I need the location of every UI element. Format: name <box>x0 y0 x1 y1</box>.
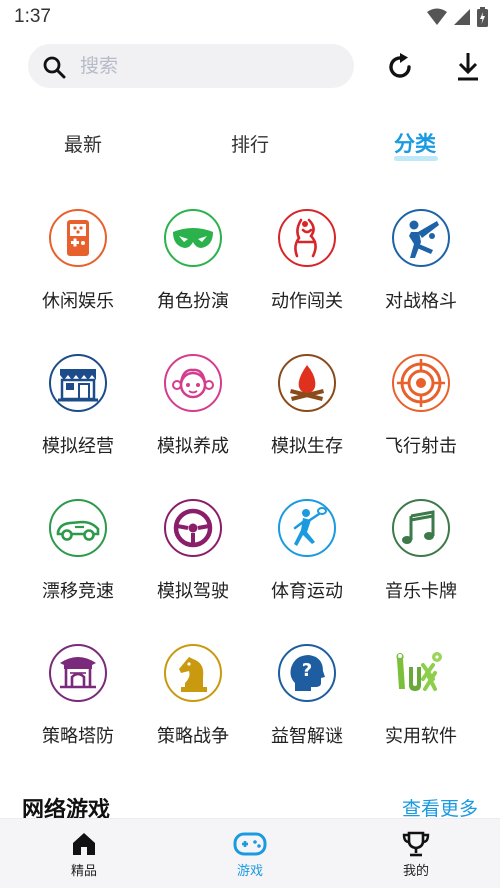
girl-face-icon <box>164 354 222 412</box>
nav-item-mine[interactable]: 我的 <box>366 827 466 887</box>
category-driving[interactable]: 模拟驾驶 <box>136 490 250 620</box>
category-label: 体育运动 <box>271 581 343 602</box>
status-icons <box>427 7 488 27</box>
category-strategy-war[interactable]: 策略战争 <box>136 635 250 765</box>
search-icon <box>43 56 66 79</box>
fighter-icon <box>278 209 336 267</box>
category-label: 休闲娱乐 <box>42 291 114 312</box>
category-label: 角色扮演 <box>157 291 229 312</box>
kick-fighter-icon <box>392 209 450 267</box>
campfire-icon <box>278 354 336 412</box>
search-input[interactable] <box>80 50 340 82</box>
battery-charging-icon <box>477 7 488 27</box>
category-label: 漂移竞速 <box>42 581 114 602</box>
refresh-button[interactable] <box>383 50 417 84</box>
category-sim-raise[interactable]: 模拟养成 <box>136 345 250 475</box>
nav-label: 我的 <box>402 864 429 879</box>
head-question-icon: ? <box>278 644 336 702</box>
svg-text:?: ? <box>302 660 312 681</box>
category-label: 模拟经营 <box>42 436 114 457</box>
view-more-link[interactable]: 查看更多 <box>402 794 478 821</box>
home-icon <box>73 833 95 855</box>
steering-wheel-icon <box>164 499 222 557</box>
top-tabs: 最新 排行 分类 <box>0 122 500 164</box>
tower-icon <box>49 644 107 702</box>
shop-icon <box>49 354 107 412</box>
tab-active-indicator <box>394 156 438 161</box>
target-icon <box>392 354 450 412</box>
category-sports[interactable]: 体育运动 <box>250 490 364 620</box>
bottom-nav: 精品 游戏 我的 <box>0 818 500 888</box>
category-shooter[interactable]: 飞行射击 <box>364 345 478 475</box>
nav-item-featured[interactable]: 精品 <box>34 827 134 887</box>
category-label: 音乐卡牌 <box>385 581 457 602</box>
tennis-player-icon <box>278 499 336 557</box>
tab-ranking[interactable]: 排行 <box>231 130 269 172</box>
category-tower-defense[interactable]: 策略塔防 <box>21 635 135 765</box>
download-button[interactable] <box>451 50 485 84</box>
category-music[interactable]: 音乐卡牌 <box>364 490 478 620</box>
category-casual[interactable]: 休闲娱乐 <box>21 200 135 330</box>
category-rpg[interactable]: 角色扮演 <box>136 200 250 330</box>
category-action[interactable]: 动作闯关 <box>250 200 364 330</box>
status-time: 1:37 <box>14 6 51 27</box>
category-label: 飞行射击 <box>385 436 457 457</box>
category-fighting[interactable]: 对战格斗 <box>364 200 478 330</box>
wifi-icon <box>427 8 447 25</box>
category-sim-survival[interactable]: 模拟生存 <box>250 345 364 475</box>
category-label: 模拟驾驶 <box>157 581 229 602</box>
nav-item-games[interactable]: 游戏 <box>200 827 300 887</box>
gamepad-icon <box>233 832 267 856</box>
tux-logo-icon <box>396 652 442 691</box>
search-row <box>0 44 500 90</box>
tab-latest[interactable]: 最新 <box>64 130 102 172</box>
handheld-console-icon <box>49 209 107 267</box>
category-label: 策略战争 <box>157 726 229 747</box>
category-label: 对战格斗 <box>385 291 457 312</box>
search-box[interactable] <box>28 44 354 88</box>
signal-icon <box>454 9 470 25</box>
trophy-icon <box>402 831 430 857</box>
race-car-icon <box>49 499 107 557</box>
category-label: 实用软件 <box>385 726 457 747</box>
category-label: 策略塔防 <box>42 726 114 747</box>
tab-category[interactable]: 分类 <box>394 128 436 170</box>
category-puzzle[interactable]: ? 益智解谜 <box>250 635 364 765</box>
chess-knight-icon <box>164 644 222 702</box>
category-label: 益智解谜 <box>271 726 343 747</box>
online-games-section-header: 网络游戏 查看更多 <box>0 790 500 823</box>
category-utility[interactable]: 实用软件 <box>364 635 478 765</box>
music-note-icon <box>392 499 450 557</box>
nav-label: 游戏 <box>236 864 263 879</box>
category-sim-business[interactable]: 模拟经营 <box>21 345 135 475</box>
status-bar: 1:37 <box>0 0 500 36</box>
category-label: 动作闯关 <box>271 291 343 312</box>
category-racing[interactable]: 漂移竞速 <box>21 490 135 620</box>
category-label: 模拟生存 <box>271 436 343 457</box>
nav-label: 精品 <box>70 864 97 879</box>
category-label: 模拟养成 <box>157 436 229 457</box>
mask-icon <box>164 209 222 267</box>
